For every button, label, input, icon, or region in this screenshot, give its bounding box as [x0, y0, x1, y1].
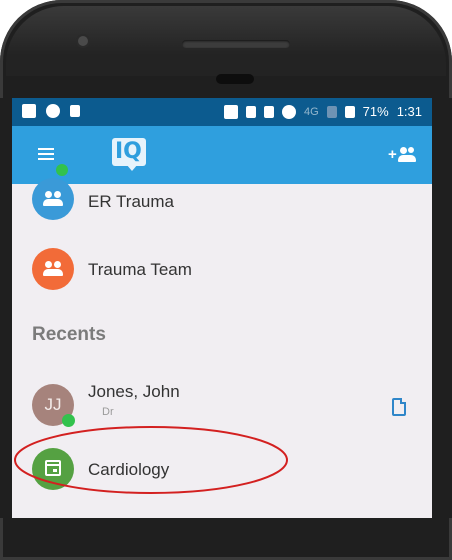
battery-icon — [344, 105, 355, 118]
add-people-head-1 — [400, 147, 407, 154]
annotation-highlight-ellipse — [14, 426, 288, 494]
group-icon — [43, 261, 63, 277]
phone-bezel-left — [0, 98, 12, 518]
status-bar: 4G 71% 1:31 — [12, 98, 432, 126]
vibrate-icon — [263, 105, 274, 118]
bluetooth-icon — [245, 105, 256, 118]
clock: 1:31 — [396, 104, 422, 119]
phone-frame: 4G 71% 1:31 IQ + ER Trauma Trauma Team R… — [0, 0, 452, 560]
group-icon — [43, 191, 63, 207]
group-name: ER Trauma — [88, 192, 174, 211]
group-row-er-trauma[interactable]: ER Trauma — [12, 174, 432, 234]
group-name: Trauma Team — [88, 260, 192, 279]
plus-glyph: + — [388, 146, 397, 163]
earpiece-speaker — [182, 40, 290, 48]
logo-text: IQ — [115, 139, 142, 164]
front-camera — [78, 36, 88, 46]
status-bar-notifications — [22, 104, 80, 118]
app-logo: IQ — [112, 138, 152, 172]
network-type: 4G — [303, 105, 319, 118]
group-avatar — [32, 248, 74, 290]
nfc-icon — [223, 104, 238, 119]
contact-name: Jones, John — [88, 382, 180, 401]
contact-avatar: JJ — [32, 384, 75, 427]
proximity-sensor — [216, 74, 254, 84]
status-bar-system: 4G 71% 1:31 — [223, 104, 422, 119]
wifi-icon — [281, 104, 296, 119]
add-people-body — [398, 155, 416, 162]
document-icon[interactable] — [392, 398, 406, 416]
android-icon — [46, 104, 60, 118]
group-avatar — [32, 178, 74, 220]
contact-title: Dr — [102, 406, 114, 418]
logo-bubble-tail — [126, 164, 138, 171]
add-people-head-2 — [408, 147, 414, 153]
hamburger-menu-icon[interactable] — [38, 148, 54, 160]
battery-level: 71% — [362, 104, 389, 119]
highlight-ellipse — [14, 426, 288, 494]
notification-icon — [22, 104, 36, 118]
missed-call-icon — [70, 105, 80, 117]
signal-icon — [326, 105, 337, 118]
recents-heading: Recents — [32, 324, 106, 345]
add-people-icon[interactable]: + — [388, 146, 416, 164]
phone-bezel-right — [432, 98, 452, 518]
group-row-trauma-team[interactable]: Trauma Team — [12, 240, 432, 300]
